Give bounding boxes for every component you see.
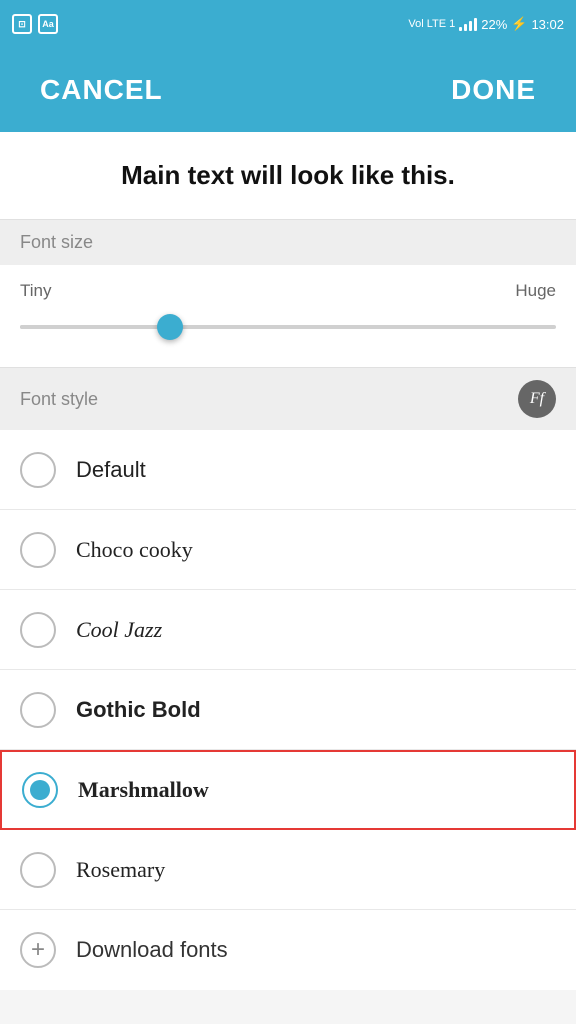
radio-rosemary <box>20 852 56 888</box>
slider-fill <box>20 325 170 329</box>
font-item-gothic-bold[interactable]: Gothic Bold <box>0 670 576 750</box>
radio-gothic-bold <box>20 692 56 728</box>
font-style-icon[interactable]: Ff <box>518 380 556 418</box>
font-name-default: Default <box>76 457 146 483</box>
action-bar: CANCEL DONE <box>0 48 576 132</box>
radio-choco-cooky <box>20 532 56 568</box>
font-size-header: Font size <box>0 220 576 265</box>
preview-text: Main text will look like this. <box>24 160 552 191</box>
font-name-choco-cooky: Choco cooky <box>76 537 193 563</box>
font-name-cool-jazz: Cool Jazz <box>76 617 162 643</box>
signal-bars <box>459 17 477 31</box>
font-name-rosemary: Rosemary <box>76 857 165 883</box>
download-fonts-label: Download fonts <box>76 937 228 963</box>
font-item-choco-cooky[interactable]: Choco cooky <box>0 510 576 590</box>
battery-percent: 22% <box>481 17 507 32</box>
font-size-section: Tiny Huge <box>0 265 576 368</box>
font-item-rosemary[interactable]: Rosemary <box>0 830 576 910</box>
slider-thumb[interactable] <box>157 314 183 340</box>
font-item-default[interactable]: Default <box>0 430 576 510</box>
radio-default <box>20 452 56 488</box>
font-name-gothic-bold: Gothic Bold <box>76 697 201 723</box>
screenshot-icon: ⊡ <box>12 14 32 34</box>
font-name-marshmallow: Marshmallow <box>78 777 209 803</box>
radio-marshmallow-inner <box>30 780 50 800</box>
cancel-button[interactable]: CANCEL <box>24 66 179 114</box>
status-icons: ⊡ Aa <box>12 14 58 34</box>
font-item-cool-jazz[interactable]: Cool Jazz <box>0 590 576 670</box>
size-labels: Tiny Huge <box>20 281 556 301</box>
font-style-header: Font style Ff <box>0 368 576 430</box>
done-button[interactable]: DONE <box>435 66 552 114</box>
font-size-slider[interactable] <box>20 311 556 343</box>
status-right: Vol LTE 1 22% ⚡ 13:02 <box>408 16 564 32</box>
size-max-label: Huge <box>515 281 556 301</box>
radio-cool-jazz <box>20 612 56 648</box>
status-bar: ⊡ Aa Vol LTE 1 22% ⚡ 13:02 <box>0 0 576 48</box>
battery-icon: ⚡ <box>511 16 527 32</box>
size-min-label: Tiny <box>20 281 52 301</box>
font-style-label: Font style <box>20 389 98 410</box>
font-item-marshmallow[interactable]: Marshmallow <box>0 750 576 830</box>
slider-track <box>20 325 556 329</box>
vol-lte-label: Vol LTE 1 <box>408 18 455 30</box>
font-size-label: Font size <box>20 232 93 253</box>
radio-marshmallow <box>22 772 58 808</box>
font-style-list: Default Choco cooky Cool Jazz Gothic Bol… <box>0 430 576 990</box>
font-icon: Aa <box>38 14 58 34</box>
clock: 13:02 <box>531 17 564 32</box>
preview-area: Main text will look like this. <box>0 132 576 220</box>
plus-icon: + <box>20 932 56 968</box>
download-fonts-item[interactable]: + Download fonts <box>0 910 576 990</box>
